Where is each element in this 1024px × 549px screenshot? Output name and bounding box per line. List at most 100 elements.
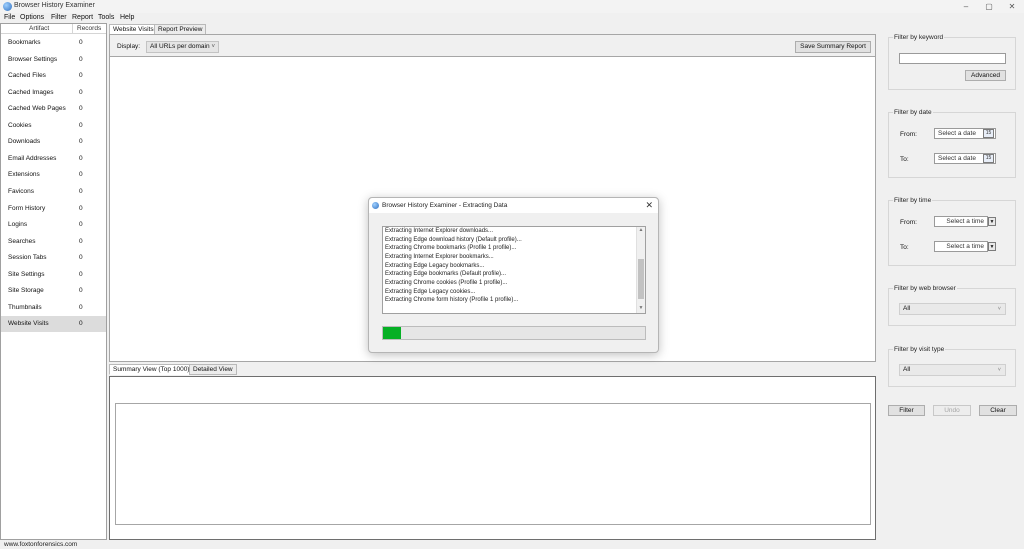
log-scrollbar[interactable]: ▲ ▼ — [636, 227, 645, 313]
sidebar-item-form-history[interactable]: Form History 0 — [1, 201, 106, 217]
save-summary-report-button[interactable]: Save Summary Report — [795, 41, 871, 53]
sidebar-item-label: Site Settings — [8, 271, 45, 278]
sidebar-item-label: Favicons — [8, 188, 35, 195]
sidebar-item-favicons[interactable]: Favicons 0 — [1, 184, 106, 200]
sidebar-item-label: Browser Settings — [8, 56, 58, 63]
sidebar-item-site-settings[interactable]: Site Settings 0 — [1, 267, 106, 283]
log-line: Extracting Edge download history (Defaul… — [385, 237, 522, 243]
display-label: Display: — [117, 43, 141, 50]
sidebar-item-cached-web-pages[interactable]: Cached Web Pages 0 — [1, 101, 106, 117]
menu-tools[interactable]: Tools — [98, 14, 114, 21]
sidebar-item-website-visits[interactable]: Website Visits 0 — [1, 316, 106, 332]
sidebar-item-browser-settings[interactable]: Browser Settings 0 — [1, 52, 106, 68]
sidebar-item-label: Thumbnails — [8, 304, 42, 311]
undo-button[interactable]: Undo — [933, 405, 971, 416]
visit-type-select[interactable]: All ˅ — [899, 364, 1006, 376]
sidebar-item-count: 0 — [79, 238, 83, 245]
sidebar-item-bookmarks[interactable]: Bookmarks 0 — [1, 35, 106, 51]
extraction-log[interactable]: Extracting Internet Explorer downloads..… — [382, 226, 646, 314]
keyword-input[interactable] — [899, 53, 1006, 64]
close-icon[interactable]: ✕ — [645, 200, 653, 211]
summary-view-panel — [109, 376, 876, 540]
menu-filter[interactable]: Filter — [51, 14, 67, 21]
sidebar-item-session-tabs[interactable]: Session Tabs 0 — [1, 250, 106, 266]
calendar-icon[interactable]: 15 — [983, 154, 994, 163]
summary-results-area[interactable] — [115, 403, 871, 525]
artifact-list-header: Artifact Records — [1, 24, 106, 34]
display-mode-value: All URLs per domain — [150, 43, 210, 50]
chevron-down-icon[interactable]: ▼ — [988, 242, 996, 251]
sidebar-item-count: 0 — [79, 89, 83, 96]
menu-file[interactable]: File — [4, 14, 15, 21]
sidebar-item-label: Downloads — [8, 138, 41, 145]
clear-button[interactable]: Clear — [979, 405, 1017, 416]
sidebar-item-count: 0 — [79, 271, 83, 278]
sidebar-item-count: 0 — [79, 221, 83, 228]
filter-browser-title: Filter by web browser — [893, 285, 957, 292]
sidebar-item-cached-files[interactable]: Cached Files 0 — [1, 68, 106, 84]
sidebar-item-label: Cookies — [8, 122, 32, 129]
dialog-title: Browser History Examiner - Extracting Da… — [382, 202, 508, 209]
log-line: Extracting Internet Explorer downloads..… — [385, 228, 494, 234]
sidebar-item-logins[interactable]: Logins 0 — [1, 217, 106, 233]
artifact-list: Artifact Records Bookmarks 0 Browser Set… — [0, 23, 107, 540]
scroll-up-icon[interactable]: ▲ — [637, 227, 645, 233]
log-line: Extracting Internet Explorer bookmarks..… — [385, 254, 494, 260]
sidebar-item-cookies[interactable]: Cookies 0 — [1, 118, 106, 134]
time-to-input[interactable]: Select a time — [934, 241, 988, 252]
sidebar-item-searches[interactable]: Searches 0 — [1, 234, 106, 250]
maximize-button[interactable]: ▢ — [980, 1, 998, 12]
column-divider[interactable] — [72, 24, 73, 34]
sidebar-item-label: Logins — [8, 221, 28, 228]
log-line: Extracting Edge Legacy cookies... — [385, 289, 476, 295]
sidebar-item-count: 0 — [79, 304, 83, 311]
log-line: Extracting Chrome bookmarks (Profile 1 p… — [385, 245, 517, 251]
calendar-icon[interactable]: 15 — [983, 129, 994, 138]
sidebar-item-thumbnails[interactable]: Thumbnails 0 — [1, 300, 106, 316]
display-mode-select[interactable]: All URLs per domain ˅ — [146, 41, 219, 53]
scroll-down-icon[interactable]: ▼ — [637, 305, 645, 311]
sidebar-item-label: Site Storage — [8, 287, 44, 294]
date-from-label: From: — [900, 131, 917, 138]
tab-detailed-view[interactable]: Detailed View — [189, 364, 237, 375]
menu-help[interactable]: Help — [120, 14, 134, 21]
chevron-down-icon[interactable]: ▼ — [988, 217, 996, 226]
app-window: Browser History Examiner – ▢ ✕ File Opti… — [0, 0, 1024, 549]
advanced-button[interactable]: Advanced — [965, 70, 1006, 81]
dialog-title-bar: Browser History Examiner - Extracting Da… — [369, 198, 658, 213]
sidebar-item-cached-images[interactable]: Cached Images 0 — [1, 85, 106, 101]
log-line: Extracting Chrome form history (Profile … — [385, 297, 519, 303]
sidebar-item-downloads[interactable]: Downloads 0 — [1, 134, 106, 150]
tab-summary-view[interactable]: Summary View (Top 1000) — [109, 364, 194, 375]
log-scrollbar-thumb[interactable] — [638, 259, 644, 299]
sidebar-item-site-storage[interactable]: Site Storage 0 — [1, 283, 106, 299]
sidebar-item-count: 0 — [79, 254, 83, 261]
time-to-label: To: — [900, 244, 909, 251]
filter-keyword-title: Filter by keyword — [893, 34, 945, 41]
menu-bar: File Options Filter Report Tools Help — [0, 13, 1024, 23]
sidebar-item-email-addresses[interactable]: Email Addresses 0 — [1, 151, 106, 167]
sidebar-item-count: 0 — [79, 105, 83, 112]
log-line: Extracting Chrome cookies (Profile 1 pro… — [385, 280, 508, 286]
web-browser-select[interactable]: All ˅ — [899, 303, 1006, 315]
menu-options[interactable]: Options — [20, 14, 44, 21]
log-line: Extracting Edge bookmarks (Default profi… — [385, 271, 507, 277]
column-records[interactable]: Records — [77, 25, 101, 32]
column-artifact[interactable]: Artifact — [29, 25, 49, 32]
filter-button[interactable]: Filter — [888, 405, 925, 416]
sidebar-item-label: Website Visits — [8, 320, 49, 327]
date-to-label: To: — [900, 156, 909, 163]
sidebar-item-label: Cached Images — [8, 89, 54, 96]
sidebar-item-count: 0 — [79, 320, 83, 327]
sidebar-item-count: 0 — [79, 188, 83, 195]
display-toolbar: Display: All URLs per domain ˅ Save Summ… — [110, 35, 875, 57]
sidebar-item-extensions[interactable]: Extensions 0 — [1, 167, 106, 183]
sidebar-item-label: Cached Files — [8, 72, 46, 79]
minimize-button[interactable]: – — [957, 1, 975, 12]
title-bar: Browser History Examiner – ▢ ✕ — [0, 0, 1024, 13]
sidebar-item-count: 0 — [79, 138, 83, 145]
close-button[interactable]: ✕ — [1003, 1, 1021, 12]
menu-report[interactable]: Report — [72, 14, 93, 21]
time-from-input[interactable]: Select a time — [934, 216, 988, 227]
status-bar: www.foxtonforensics.com — [0, 540, 1024, 549]
